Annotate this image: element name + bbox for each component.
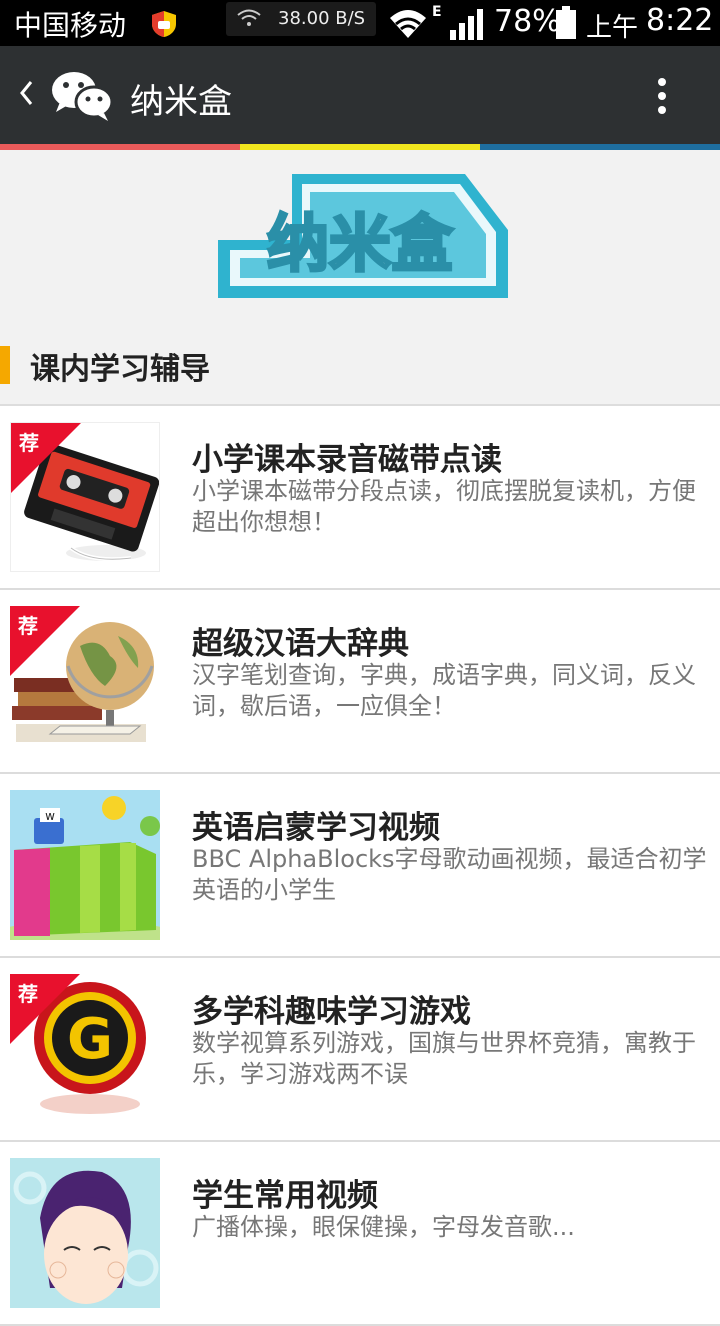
battery-percent: 78% (494, 4, 561, 39)
list-item[interactable]: G 荐 多学科趣味学习游戏 数学视算系列游戏，国旗与世界杯竞猜，寓教于乐，学习游… (0, 958, 720, 1142)
recommended-badge-label: 荐 (19, 431, 39, 455)
item-description: 汉字笔划查询，字典，成语字典，同义词，反义词，歇后语，一应俱全！ (192, 661, 696, 720)
section-header: 课内学习辅导 (0, 340, 720, 406)
list-item[interactable]: w 英语启蒙学习视频 BBC AlphaBlocks字母歌动画视频，最适合初学英… (0, 774, 720, 958)
status-bar: 中国移动 38.00 B/S E 78% 上午 8:22 (0, 0, 720, 46)
item-title: 多学科趣味学习游戏 (192, 994, 471, 1030)
logo-text: 纳米盒 (267, 207, 454, 280)
signal-strength-icon (450, 9, 483, 40)
wechat-logo-icon (52, 72, 114, 121)
clock-time: 8:22 (646, 3, 714, 38)
carrier-label: 中国移动 (14, 9, 127, 42)
net-speed-indicator: 38.00 B/S (226, 2, 376, 36)
more-options-icon[interactable] (654, 76, 670, 116)
item-description: BBC AlphaBlocks字母歌动画视频，最适合初学英语的小学生 (192, 845, 707, 904)
clock-ampm: 上午 (586, 13, 639, 43)
alphablocks-icon: w (10, 790, 160, 940)
nanobox-logo: 纳米盒 (218, 174, 508, 298)
item-title: 超级汉语大辞典 (192, 626, 409, 662)
recommended-badge: 荐 (10, 974, 80, 1044)
recommended-badge: 荐 (11, 423, 81, 493)
security-shield-icon (152, 11, 176, 37)
cassette-tape-icon: 荐 (10, 422, 160, 572)
recommended-badge-label: 荐 (18, 982, 38, 1006)
back-arrow-icon[interactable] (18, 78, 34, 108)
page-title: 纳米盒 (130, 82, 232, 122)
g-game-icon: G 荐 (10, 974, 160, 1124)
wifi-icon (390, 10, 426, 38)
net-speed-text: 38.00 B/S (278, 8, 366, 29)
item-title: 学生常用视频 (192, 1178, 378, 1214)
banner: 纳米盒 (0, 150, 720, 340)
app-header: 纳米盒 (0, 46, 720, 144)
battery-icon (556, 6, 576, 39)
recommended-badge-label: 荐 (18, 614, 38, 638)
network-type-label: E (432, 4, 442, 20)
item-description: 广播体操，眼保健操，字母发音歌... (192, 1213, 575, 1241)
section-title: 课内学习辅导 (30, 352, 210, 387)
item-description: 数学视算系列游戏，国旗与世界杯竞猜，寓教于乐，学习游戏两不误 (192, 1029, 696, 1088)
item-description: 小学课本磁带分段点读，彻底摆脱复读机，方便超出你想想！ (192, 477, 696, 536)
item-title: 小学课本录音磁带点读 (192, 442, 502, 478)
recommended-badge: 荐 (10, 606, 80, 676)
list-item[interactable]: 荐 超级汉语大辞典 汉字笔划查询，字典，成语字典，同义词，反义词，歇后语，一应俱… (0, 590, 720, 774)
list-item[interactable]: 荐 小学课本录音磁带点读 小学课本磁带分段点读，彻底摆脱复读机，方便超出你想想！ (0, 406, 720, 590)
svg-text:w: w (45, 809, 55, 823)
globe-books-icon: 荐 (10, 606, 160, 756)
item-title: 英语启蒙学习视频 (192, 810, 440, 846)
list-item[interactable]: 学生常用视频 广播体操，眼保健操，字母发音歌... (0, 1142, 720, 1326)
student-cartoon-icon (10, 1158, 160, 1308)
section-marker (0, 346, 10, 384)
wifi-small-icon (237, 9, 261, 26)
